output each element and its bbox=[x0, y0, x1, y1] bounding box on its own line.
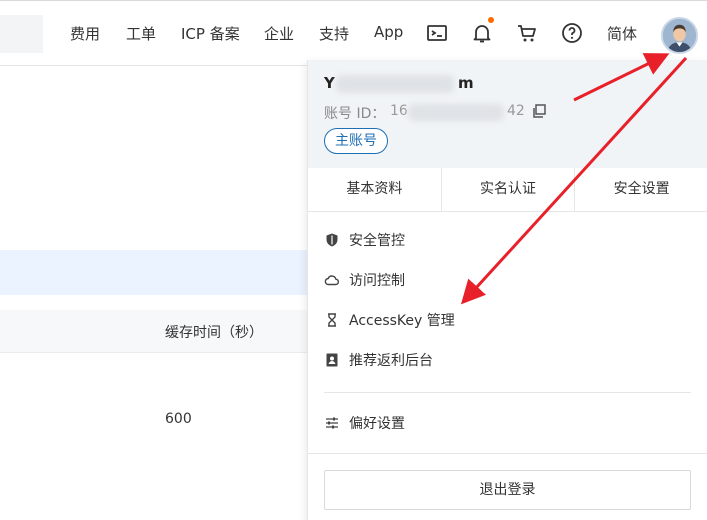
rebate-icon bbox=[324, 352, 340, 368]
logout-button[interactable]: 退出登录 bbox=[324, 470, 691, 510]
account-tabs: 基本资料 实名认证 安全设置 bbox=[308, 168, 707, 212]
copy-icon[interactable] bbox=[531, 103, 547, 119]
nav-language[interactable]: 简体 bbox=[607, 23, 637, 44]
top-nav: 费用 工单 ICP 备案 企业 支持 App 简体 bbox=[0, 0, 707, 66]
main-account-badge: 主账号 bbox=[324, 128, 388, 154]
tab-security-settings[interactable]: 安全设置 bbox=[575, 168, 707, 211]
menu-divider bbox=[324, 392, 691, 393]
shield-icon bbox=[324, 232, 340, 248]
menu-item-accesskey[interactable]: AccessKey 管理 bbox=[324, 309, 455, 331]
table-cell-cache-time: 600 bbox=[165, 411, 192, 427]
nav-support[interactable]: 支持 bbox=[319, 23, 349, 44]
menu-item-rebate[interactable]: 推荐返利后台 bbox=[324, 349, 433, 371]
menu-item-label: 安全管控 bbox=[349, 233, 405, 249]
nav-billing[interactable]: 费用 bbox=[70, 23, 100, 44]
account-name-end: m bbox=[458, 74, 474, 92]
account-dropdown: Y m 账号 ID： 16 42 主账号 基本资料 实名认证 安全设置 安全管控 bbox=[307, 60, 707, 520]
cloud-icon bbox=[324, 272, 340, 288]
menu-item-security-control[interactable]: 安全管控 bbox=[324, 229, 405, 251]
selected-table-row[interactable] bbox=[0, 250, 310, 295]
key-icon bbox=[324, 312, 340, 328]
menu-item-access-control[interactable]: 访问控制 bbox=[324, 269, 405, 291]
column-header-cache-time: 缓存时间（秒） bbox=[165, 325, 263, 341]
menu-item-label: 推荐返利后台 bbox=[349, 353, 433, 369]
menu-item-label: 偏好设置 bbox=[349, 416, 405, 432]
menu-item-label: 访问控制 bbox=[349, 273, 405, 289]
menu-item-label: AccessKey 管理 bbox=[349, 313, 455, 329]
account-name-start: Y bbox=[324, 74, 335, 92]
search-box[interactable] bbox=[0, 15, 43, 53]
panel-divider bbox=[308, 453, 707, 454]
terminal-icon[interactable] bbox=[425, 21, 449, 45]
redacted-account-id bbox=[408, 104, 504, 121]
cart-icon[interactable] bbox=[515, 21, 539, 45]
sliders-icon bbox=[324, 415, 340, 431]
account-id-end: 42 bbox=[507, 103, 525, 119]
redacted-account-name bbox=[336, 75, 454, 93]
table-header-row bbox=[0, 310, 310, 352]
account-header: Y m 账号 ID： 16 42 主账号 bbox=[308, 60, 707, 168]
tab-real-name[interactable]: 实名认证 bbox=[442, 168, 576, 211]
help-icon[interactable] bbox=[560, 21, 584, 45]
nav-enterprise[interactable]: 企业 bbox=[264, 23, 294, 44]
nav-tickets[interactable]: 工单 bbox=[126, 23, 156, 44]
account-id-label: 账号 ID： bbox=[324, 106, 386, 122]
page: 费用 工单 ICP 备案 企业 支持 App 简体 缓存时间（秒） 600 Y … bbox=[0, 0, 707, 520]
menu-item-preferences[interactable]: 偏好设置 bbox=[324, 412, 405, 434]
notification-dot bbox=[488, 17, 494, 23]
table-divider bbox=[0, 352, 310, 353]
user-avatar[interactable] bbox=[661, 17, 698, 54]
nav-icp[interactable]: ICP 备案 bbox=[181, 23, 240, 44]
account-id-start: 16 bbox=[390, 103, 408, 119]
nav-app[interactable]: App bbox=[374, 23, 403, 41]
tab-basic-info[interactable]: 基本资料 bbox=[308, 168, 442, 211]
bell-icon[interactable] bbox=[470, 21, 494, 45]
